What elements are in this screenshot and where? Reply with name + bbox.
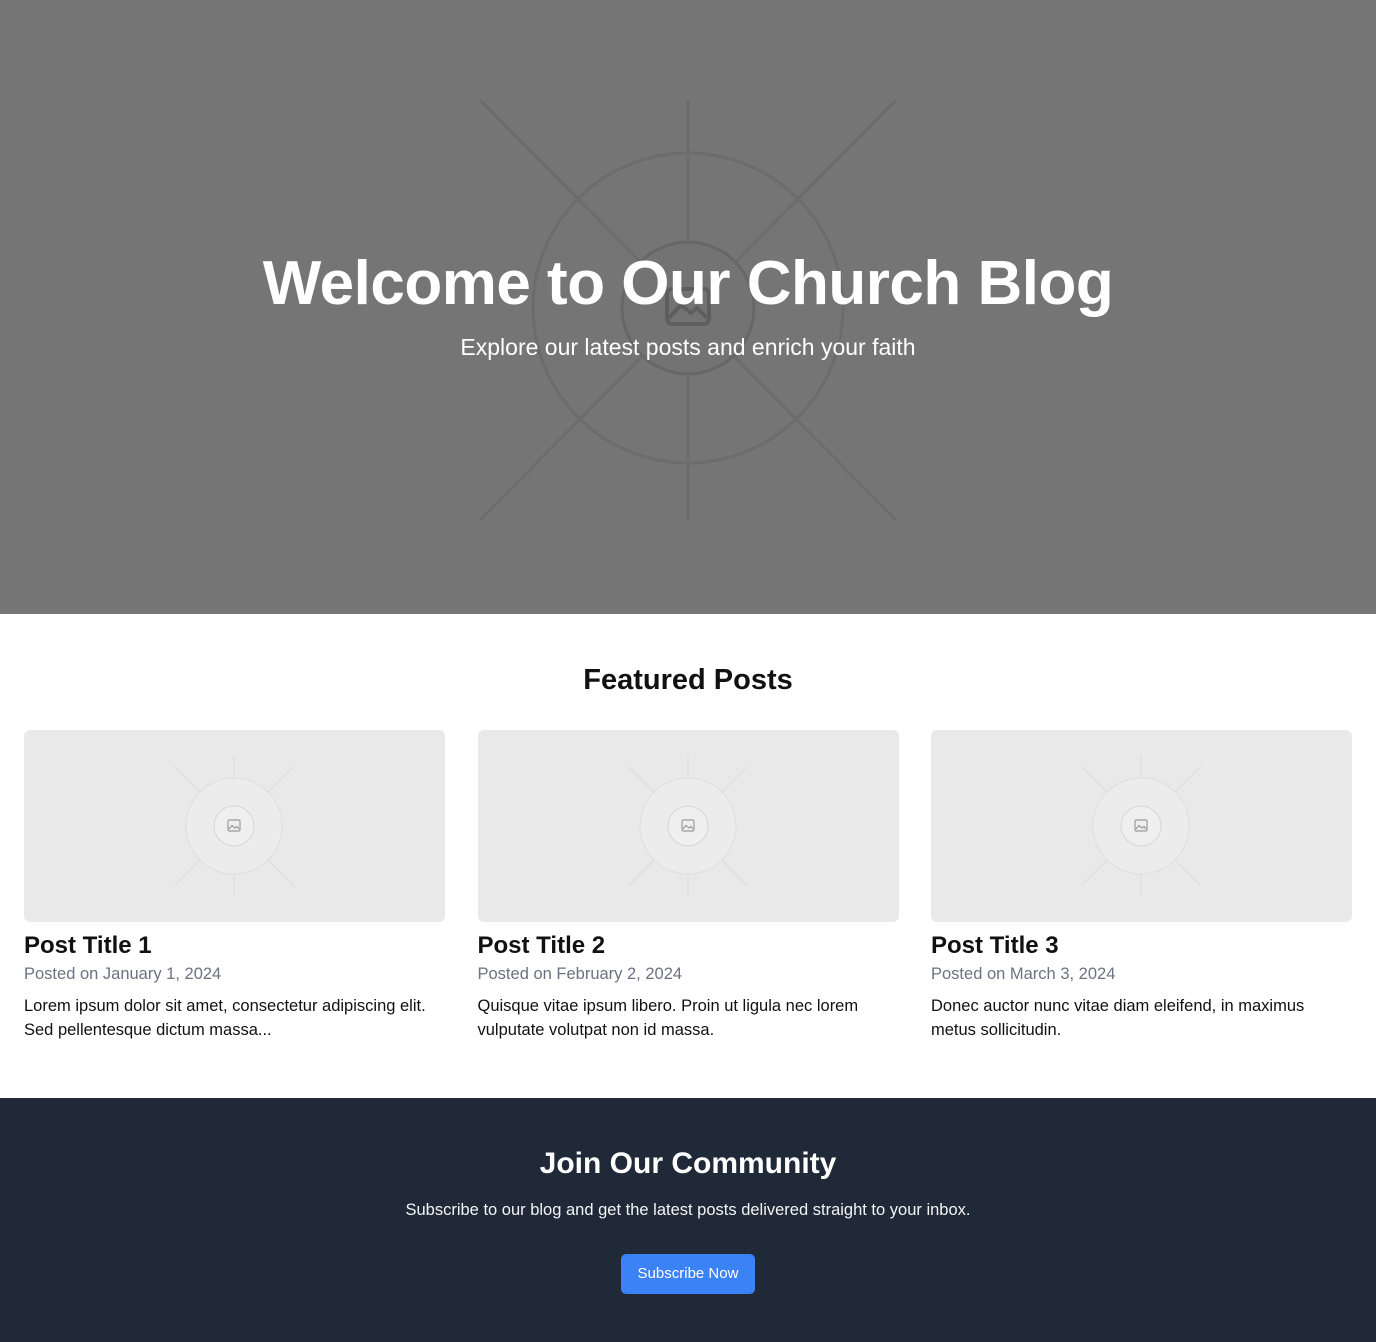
post-date: Posted on January 1, 2024 (24, 965, 222, 983)
post-title[interactable]: Post Title 1 (24, 930, 445, 962)
hero-title: Welcome to Our Church Blog (262, 249, 1114, 318)
community-section: Join Our Community Subscribe to our blog… (0, 1098, 1376, 1342)
hero-subtitle: Explore our latest posts and enrich your… (460, 334, 916, 360)
hero-section: Welcome to Our Church Blog Explore our l… (0, 0, 1376, 614)
post-title[interactable]: Post Title 3 (931, 930, 1352, 962)
post-excerpt: Donec auctor nunc vitae diam eleifend, i… (931, 997, 1305, 1039)
post-card[interactable]: Post Title 1 Posted on January 1, 2024 L… (24, 730, 445, 1042)
post-image-placeholder[interactable] (931, 730, 1352, 922)
post-excerpt: Quisque vitae ipsum libero. Proin ut lig… (477, 997, 859, 1039)
community-text: Subscribe to our blog and get the latest… (405, 1201, 971, 1219)
featured-posts-heading: Featured Posts (583, 664, 793, 696)
post-card[interactable]: Post Title 2 Posted on February 2, 2024 … (477, 730, 899, 1042)
post-excerpt: Lorem ipsum dolor sit amet, consectetur … (24, 997, 426, 1039)
post-image-placeholder[interactable] (24, 730, 445, 922)
featured-posts-list: Post Title 1 Posted on January 1, 2024 L… (24, 730, 1352, 1042)
post-date: Posted on March 3, 2024 (931, 965, 1116, 983)
post-card[interactable]: Post Title 3 Posted on March 3, 2024 Don… (931, 730, 1352, 1042)
post-image-placeholder[interactable] (477, 730, 899, 922)
post-date: Posted on February 2, 2024 (477, 965, 683, 983)
community-title: Join Our Community (539, 1147, 837, 1180)
subscribe-button[interactable]: Subscribe Now (621, 1254, 755, 1294)
post-title[interactable]: Post Title 2 (478, 930, 899, 962)
